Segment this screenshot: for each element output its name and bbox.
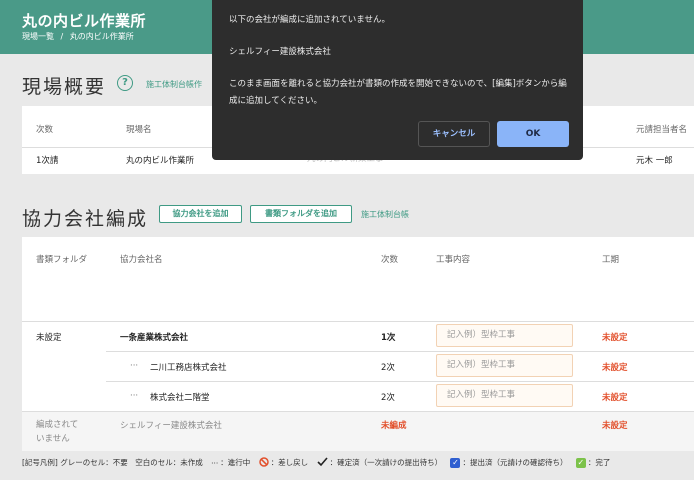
breadcrumb-separator: / (60, 32, 64, 41)
overview-site: 丸の内ビル作業所 (126, 156, 195, 166)
ledger-link[interactable]: 施工体制台帳作 (146, 79, 202, 90)
in-progress-dots-icon: ··· (211, 458, 219, 468)
help-icon[interactable]: ? (117, 75, 133, 91)
period-status: 未設定 (602, 421, 628, 431)
add-company-button[interactable]: 協力会社を追加 (159, 205, 242, 223)
col-period: 工期 (602, 255, 620, 265)
done-checkbox-icon: ✓ (575, 458, 586, 468)
unassigned-row (22, 412, 694, 451)
in-progress-dots: ··· (130, 391, 139, 401)
legend-submitted: ：提出済（元請けの確認待ち） (462, 458, 568, 467)
work-content-input[interactable]: 記入例）型枠工事 (436, 354, 573, 377)
divider (22, 321, 694, 322)
legend-done: ：完了 (587, 458, 611, 467)
company-name[interactable]: 株式会社二階堂 (150, 391, 210, 403)
company-name[interactable]: 二川工務店株式会社 (150, 361, 227, 373)
divider (106, 351, 694, 352)
returned-icon (258, 457, 269, 469)
submitted-checkbox-icon: ✓ (450, 458, 461, 468)
legend-in-progress: ：進行中 (220, 458, 251, 467)
breadcrumb-site-list[interactable]: 現場一覧 (22, 32, 54, 41)
breadcrumb: 現場一覧 / 丸の内ビル作業所 (22, 31, 138, 42)
dialog-instruction: このまま画面を離れると協力会社が書類の作成を開始できないので、[編集]ボタンから… (229, 79, 567, 106)
partners-title: 協力会社編成 (22, 208, 149, 230)
period-status: 未設定 (602, 393, 628, 403)
legend-lead: [記号凡例] グレーのセル：不要 空白のセル：未作成 (22, 458, 203, 467)
company-tier: 2次 (381, 393, 395, 403)
add-folder-button[interactable]: 書類フォルダを追加 (250, 205, 352, 223)
divider (106, 381, 694, 382)
cancel-button[interactable]: キャンセル (418, 121, 490, 147)
dialog-company: シェルフィー建設株式会社 (229, 47, 331, 57)
unassigned-label: 編成されて いません (36, 418, 78, 446)
legend-confirmed: ：確定済（一次請けの提出待ち） (329, 458, 443, 467)
company-name[interactable]: 一条産業株式会社 (120, 331, 188, 343)
unassigned-company[interactable]: シェルフィー建設株式会社 (120, 419, 222, 431)
ledger-link-2[interactable]: 施工体制台帳 (361, 209, 409, 220)
breadcrumb-current: 丸の内ビル作業所 (69, 32, 134, 41)
period-status: 未設定 (602, 363, 628, 373)
overview-title: 現場概要 (22, 76, 107, 98)
check-icon (317, 457, 328, 469)
overview-tier: 1次請 (36, 156, 59, 166)
site-title: 丸の内ビル作業所 (22, 12, 147, 30)
legend: [記号凡例] グレーのセル：不要 空白のセル：未作成 ··· ：進行中 ：差し戻し… (22, 457, 610, 469)
col-tier: 次数 (36, 125, 54, 135)
legend-returned: ：差し戻し (270, 458, 309, 467)
col-company: 協力会社名 (120, 255, 163, 265)
col-work: 工事内容 (436, 255, 471, 265)
work-content-input[interactable]: 記入例）型枠工事 (436, 324, 573, 347)
partners-card: 書類フォルダ 協力会社名 次数 工事内容 工期 未設定 一条産業株式会社 1次 … (22, 237, 694, 451)
work-content-input[interactable]: 記入例）型枠工事 (436, 384, 573, 407)
company-tier: 1次 (381, 333, 396, 343)
period-status: 未設定 (602, 333, 628, 343)
unassigned-label-line1: 編成されて (36, 420, 79, 430)
in-progress-dots: ··· (130, 361, 139, 371)
folder-label: 未設定 (36, 333, 62, 343)
unassigned-label-line2: いません (36, 434, 70, 444)
unassigned-status: 未編成 (381, 421, 407, 431)
overview-manager: 元木 一郎 (636, 156, 673, 166)
ok-button[interactable]: OK (497, 121, 569, 147)
col-folder: 書類フォルダ (36, 255, 88, 265)
dialog-message: 以下の会社が編成に追加されていません。 (229, 15, 390, 25)
col-tier: 次数 (381, 255, 399, 265)
col-manager: 元請担当者名 (636, 125, 688, 135)
company-tier: 2次 (381, 363, 395, 373)
col-site-name: 現場名 (126, 125, 152, 135)
warning-dialog: 以下の会社が編成に追加されていません。 シェルフィー建設株式会社 このまま画面を… (212, 0, 583, 160)
